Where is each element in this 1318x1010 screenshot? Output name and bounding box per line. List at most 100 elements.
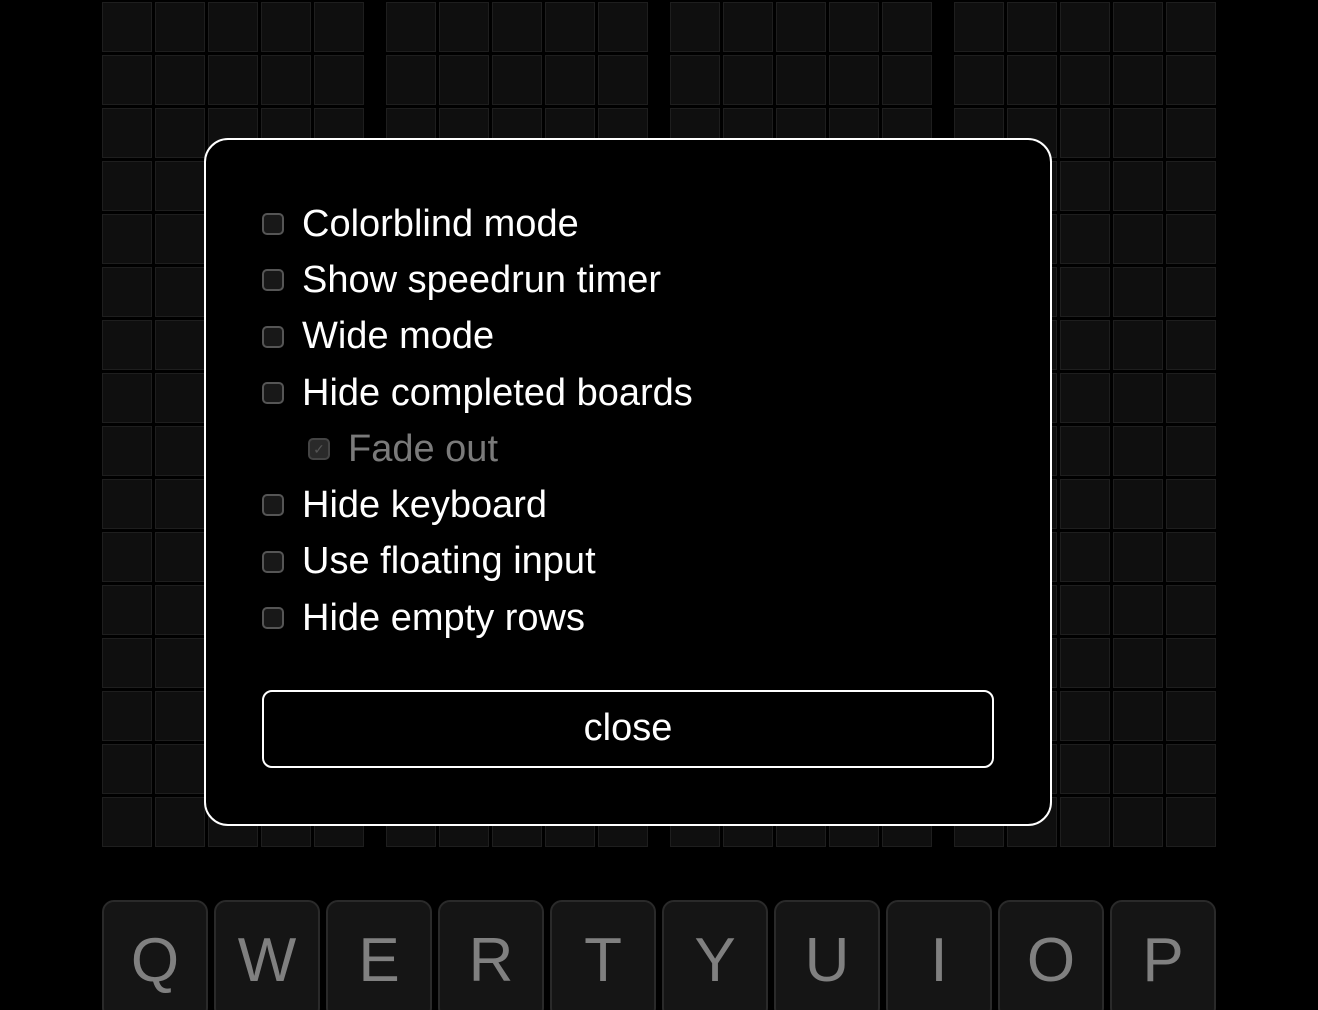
close-button[interactable]: close: [262, 690, 994, 768]
key-y[interactable]: Y: [662, 900, 768, 1010]
keyboard-row: Q W E R T Y U I O P: [0, 900, 1318, 1010]
board-cell: [1113, 108, 1163, 158]
board-cell: [1166, 214, 1216, 264]
board-cell: [102, 161, 152, 211]
board-cell: [439, 2, 489, 52]
board-cell: [155, 479, 205, 529]
board-cell: [155, 744, 205, 794]
board-cell: [1166, 267, 1216, 317]
board-cell: [1060, 108, 1110, 158]
board-cell: [1166, 2, 1216, 52]
option-fade-out: Fade out: [308, 421, 994, 477]
checkbox-icon: [262, 551, 284, 573]
board-cell: [1060, 638, 1110, 688]
board-cell: [1113, 426, 1163, 476]
board-cell: [1113, 320, 1163, 370]
board-cell: [1113, 744, 1163, 794]
board-cell: [155, 55, 205, 105]
board-cell: [776, 2, 826, 52]
key-w[interactable]: W: [214, 900, 320, 1010]
board-cell: [208, 2, 258, 52]
board-cell: [1060, 373, 1110, 423]
key-p[interactable]: P: [1110, 900, 1216, 1010]
option-label: Use floating input: [302, 533, 596, 589]
board-cell: [1166, 638, 1216, 688]
board-cell: [155, 532, 205, 582]
board-cell: [155, 585, 205, 635]
board-cell: [155, 2, 205, 52]
board-cell: [261, 55, 311, 105]
key-q[interactable]: Q: [102, 900, 208, 1010]
board-cell: [155, 797, 205, 847]
board-cell: [102, 267, 152, 317]
checkbox-icon: [262, 607, 284, 629]
board-cell: [545, 55, 595, 105]
board-cell: [102, 320, 152, 370]
board-cell: [1166, 108, 1216, 158]
checkbox-icon: [262, 494, 284, 516]
key-r[interactable]: R: [438, 900, 544, 1010]
board-cell: [1007, 55, 1057, 105]
board-cell: [102, 585, 152, 635]
board-cell: [1060, 2, 1110, 52]
board-cell: [954, 2, 1004, 52]
checkbox-icon: [262, 269, 284, 291]
key-o[interactable]: O: [998, 900, 1104, 1010]
board-cell: [776, 55, 826, 105]
board-cell: [314, 2, 364, 52]
option-label: Hide empty rows: [302, 590, 585, 646]
settings-modal: Colorblind mode Show speedrun timer Wide…: [204, 138, 1052, 826]
board-cell: [261, 2, 311, 52]
board-cell: [1113, 55, 1163, 105]
key-t[interactable]: T: [550, 900, 656, 1010]
board-cell: [1166, 585, 1216, 635]
option-colorblind-mode[interactable]: Colorblind mode: [262, 196, 994, 252]
board-cell: [882, 2, 932, 52]
board-cell: [1113, 267, 1163, 317]
option-label: Show speedrun timer: [302, 252, 661, 308]
option-hide-completed-boards[interactable]: Hide completed boards: [262, 365, 994, 421]
board-cell: [598, 2, 648, 52]
board-cell: [102, 426, 152, 476]
board-cell: [102, 797, 152, 847]
board-cell: [1113, 214, 1163, 264]
option-label: Wide mode: [302, 308, 494, 364]
board-cell: [1113, 585, 1163, 635]
option-label: Hide keyboard: [302, 477, 547, 533]
board-cell: [1166, 479, 1216, 529]
board-cell: [155, 161, 205, 211]
board-cell: [1007, 2, 1057, 52]
board-cell: [1166, 320, 1216, 370]
board-cell: [1060, 55, 1110, 105]
board-cell: [829, 55, 879, 105]
board-cell: [155, 426, 205, 476]
checkbox-checked-icon: [308, 438, 330, 460]
option-hide-keyboard[interactable]: Hide keyboard: [262, 477, 994, 533]
board-cell: [1060, 532, 1110, 582]
key-u[interactable]: U: [774, 900, 880, 1010]
board-cell: [155, 108, 205, 158]
key-i[interactable]: I: [886, 900, 992, 1010]
board-cell: [723, 2, 773, 52]
option-use-floating-input[interactable]: Use floating input: [262, 533, 994, 589]
board-cell: [1113, 373, 1163, 423]
checkbox-icon: [262, 382, 284, 404]
option-wide-mode[interactable]: Wide mode: [262, 308, 994, 364]
board-cell: [492, 2, 542, 52]
board-cell: [545, 2, 595, 52]
board-cell: [102, 55, 152, 105]
board-cell: [1113, 2, 1163, 52]
board-cell: [1060, 744, 1110, 794]
board-cell: [1060, 479, 1110, 529]
board-cell: [102, 744, 152, 794]
board-cell: [882, 55, 932, 105]
key-e[interactable]: E: [326, 900, 432, 1010]
checkbox-icon: [262, 326, 284, 348]
option-show-speedrun-timer[interactable]: Show speedrun timer: [262, 252, 994, 308]
board-cell: [1166, 797, 1216, 847]
board-cell: [102, 691, 152, 741]
board-cell: [954, 55, 1004, 105]
option-hide-empty-rows[interactable]: Hide empty rows: [262, 590, 994, 646]
board-cell: [155, 320, 205, 370]
board-cell: [208, 55, 258, 105]
